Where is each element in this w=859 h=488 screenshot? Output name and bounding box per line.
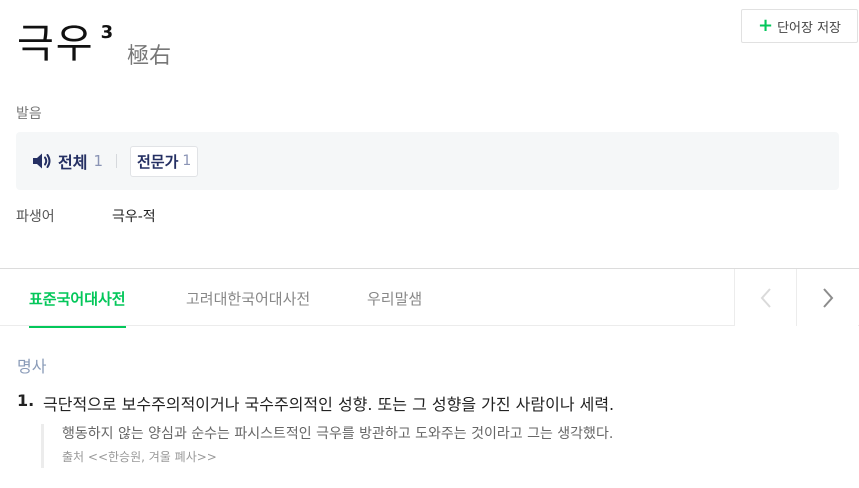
example-sentence: 행동하지 않는 양심과 순수는 파시스트적인 극우를 방관하고 도와주는 것이라… [62,426,614,442]
entry-word: 극우 [17,21,95,67]
headword: 극우 3 極右 [17,18,171,70]
definition-text: 극단적으로 보수주의적이거나 국수주의적인 성향. 또는 그 성향을 가진 사람… [43,395,615,414]
entry-hanja: 極右 [127,44,172,69]
pronunciation-box: 전체 1 전문가 1 [16,132,839,190]
pronunciation-expert-button[interactable]: 전문가 1 [130,145,199,177]
dictionary-tab-bar: 표준국어대사전 고려대한국어대사전 우리말샘 [0,268,859,328]
derivative-label: 파생어 [16,209,55,225]
pronunciation-divider [116,154,117,168]
definition-number: 1. [17,391,35,410]
definition-item: 1. 극단적으로 보수주의적이거나 국수주의적인 성향. 또는 그 성향을 가진… [17,391,614,415]
tab-standard-dictionary[interactable]: 표준국어대사전 [29,269,126,328]
chevron-right-icon [822,287,833,308]
speaker-icon [33,153,51,169]
homonym-number: 3 [100,22,114,43]
chevron-left-icon [760,287,771,308]
next-tab-button[interactable] [796,269,858,326]
tab-korea-univ-dictionary[interactable]: 고려대한국어대사전 [186,269,310,327]
pronunciation-all-label: 전체 [58,153,88,172]
derivative-link[interactable]: 극우-적 [112,206,156,226]
save-to-wordbook-label: 단어장 저장 [777,20,842,36]
pronunciation-all-button[interactable]: 전체 1 [32,149,103,173]
pronunciation-expert-label: 전문가 [137,152,179,171]
example-source: 출처 <<한승원, 겨울 폐사>> [62,450,217,464]
pronunciation-label: 발음 [16,106,42,122]
part-of-speech: 명사 [17,357,47,376]
pronunciation-expert-count: 1 [182,153,192,169]
pronunciation-all-count: 1 [93,152,103,170]
example-block: 행동하지 않는 양심과 순수는 파시스트적인 극우를 방관하고 도와주는 것이라… [41,424,613,468]
previous-tab-button[interactable] [734,269,796,326]
plus-icon: + [757,15,774,36]
tab-urimalsaem[interactable]: 우리말샘 [367,269,422,327]
save-to-wordbook-button[interactable]: + 단어장 저장 [741,9,858,43]
